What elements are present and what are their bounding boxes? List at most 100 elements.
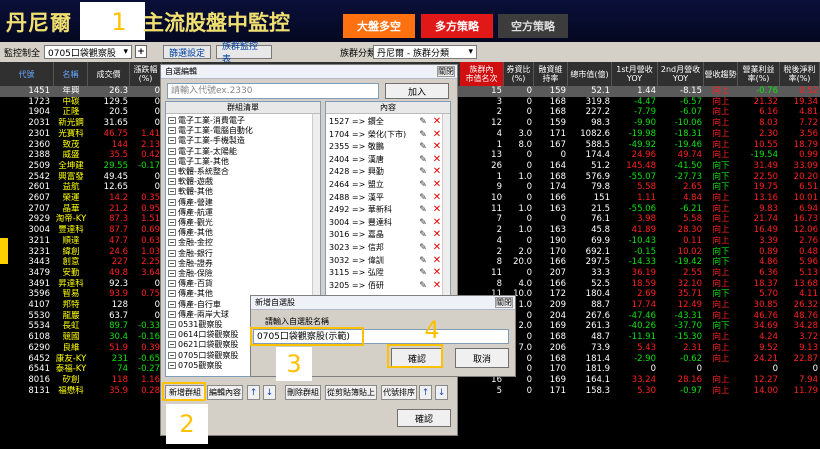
group-list-item[interactable]: 0621口袋觀察股: [168, 340, 238, 350]
delete-group-button[interactable]: 刪除群組: [285, 385, 321, 400]
group-list-item[interactable]: 軟體-系統整合: [168, 167, 229, 177]
edit-icon[interactable]: ✎: [418, 268, 428, 278]
stock-code-input[interactable]: 請輸入代號ex.2330: [167, 83, 379, 99]
content-list-item[interactable]: 3004 => 豐達科: [329, 217, 392, 229]
close-button[interactable]: 關閉: [437, 66, 455, 77]
delete-icon[interactable]: ✕: [432, 167, 442, 177]
group-list-item[interactable]: 軟體-遊戲: [168, 177, 213, 187]
column-header[interactable]: 族群內 市值名次: [460, 62, 504, 86]
delete-icon[interactable]: ✕: [432, 217, 442, 228]
delete-icon[interactable]: ✕: [432, 129, 442, 140]
column-header[interactable]: 券資比 (%): [504, 62, 534, 86]
delete-icon[interactable]: ✕: [432, 268, 442, 278]
delete-icon[interactable]: ✕: [432, 243, 442, 253]
content-list-item[interactable]: 3016 => 嘉晶: [329, 229, 384, 241]
edit-icon[interactable]: ✎: [418, 117, 428, 127]
cancel-button[interactable]: 取消: [455, 348, 509, 368]
edit-icon[interactable]: ✎: [418, 155, 428, 165]
content-list-item[interactable]: 2355 => 敬鵬: [329, 141, 384, 153]
edit-icon[interactable]: ✎: [418, 167, 428, 177]
content-list-item[interactable]: 2492 => 華新科: [329, 204, 392, 216]
content-list-item[interactable]: 2404 => 漢唐: [329, 154, 384, 166]
confirm-button[interactable]: 確認: [397, 409, 451, 427]
column-header[interactable]: 營收趨勢: [704, 62, 738, 86]
long-strategy-button[interactable]: 多方策略: [421, 14, 493, 38]
group-list-item[interactable]: 傳產-航運: [168, 208, 213, 218]
edit-icon[interactable]: ✎: [418, 205, 428, 215]
content-list-item[interactable]: 3032 => 偉訓: [329, 255, 384, 267]
group-list-item[interactable]: 傳產-觀光: [168, 218, 213, 228]
edit-icon[interactable]: ✎: [418, 218, 428, 228]
column-header[interactable]: 稅後淨利 率(%): [780, 62, 820, 86]
group-list-item[interactable]: 傳產-其他: [168, 289, 213, 299]
group-list-item[interactable]: 金融-銀行: [168, 249, 213, 259]
group-list-item[interactable]: 傳產-營建: [168, 198, 213, 208]
column-header[interactable]: 代號: [0, 62, 54, 86]
group-list-item[interactable]: 0614口袋觀察股: [168, 330, 238, 340]
move-down-icon[interactable]: ↓: [435, 385, 448, 400]
sector-monitor-button[interactable]: 族群監控表: [216, 42, 272, 65]
content-list-item[interactable]: 3205 => 佰研: [329, 280, 384, 292]
column-header[interactable]: 總市值(億): [568, 62, 612, 86]
edit-icon[interactable]: ✎: [418, 130, 428, 140]
group-list-item[interactable]: 電子工業-其他: [168, 157, 229, 167]
sort-code-button[interactable]: 代號排序: [381, 385, 417, 400]
group-list-item[interactable]: 傳產-兩岸大球: [168, 310, 229, 320]
edit-icon[interactable]: ✎: [418, 256, 428, 266]
content-list-item[interactable]: 3115 => 弘陞: [329, 267, 384, 279]
column-header[interactable]: 成交價: [88, 62, 130, 86]
group-list-item[interactable]: 電子工業-太陽能: [168, 147, 237, 157]
edit-icon[interactable]: ✎: [418, 180, 428, 190]
delete-icon[interactable]: ✕: [432, 192, 442, 203]
column-header[interactable]: 漲跌幅 (%): [130, 62, 162, 86]
delete-icon[interactable]: ✕: [432, 205, 442, 215]
group-list-item[interactable]: 軟體-其他: [168, 187, 213, 197]
delete-icon[interactable]: ✕: [432, 230, 442, 240]
delete-icon[interactable]: ✕: [432, 142, 442, 152]
filter-settings-button[interactable]: 篩選設定: [163, 45, 211, 59]
group-list-item[interactable]: 金融-金控: [168, 238, 213, 248]
short-strategy-button[interactable]: 空方策略: [498, 14, 568, 38]
edit-icon[interactable]: ✎: [418, 243, 428, 253]
group-list-item[interactable]: 0531觀察股: [168, 320, 222, 330]
content-list-item[interactable]: 1704 => 榮化(下市): [329, 129, 406, 141]
delete-icon[interactable]: ✕: [432, 154, 442, 165]
delete-icon[interactable]: ✕: [432, 255, 442, 266]
group-list-item[interactable]: 電子工業-電腦自動化: [168, 126, 253, 136]
group-list-item[interactable]: 0705口袋觀察股: [168, 351, 238, 361]
group-list-item[interactable]: 傳產-其他: [168, 228, 213, 238]
sector-select[interactable]: 丹尼爾 - 族群分類 ▾: [373, 45, 477, 59]
delete-icon[interactable]: ✕: [432, 180, 442, 190]
column-header[interactable]: 1st月營收 YOY: [612, 62, 658, 86]
paste-clipboard-button[interactable]: 從剪貼簿貼上: [325, 385, 377, 400]
edit-icon[interactable]: ✎: [418, 230, 428, 240]
content-list-item[interactable]: 1527 => 鑽全: [329, 116, 384, 128]
market-trend-button[interactable]: 大盤多空: [343, 14, 415, 38]
add-button[interactable]: 加入: [385, 83, 449, 99]
edit-icon[interactable]: ✎: [418, 281, 428, 291]
content-list-item[interactable]: 3023 => 信邦: [329, 242, 384, 254]
content-list-item[interactable]: 2428 => 興勤: [329, 166, 384, 178]
delete-icon[interactable]: ✕: [432, 280, 442, 291]
add-list-button[interactable]: +: [135, 45, 147, 58]
group-list-item[interactable]: 傳產-自行車: [168, 300, 221, 310]
close-button[interactable]: 關閉: [495, 297, 513, 308]
group-list-item[interactable]: 傳產-百貨: [168, 279, 213, 289]
delete-icon[interactable]: ✕: [432, 117, 442, 127]
column-header[interactable]: 融資維 持率: [534, 62, 568, 86]
column-header[interactable]: 營業利益 率(%): [738, 62, 780, 86]
group-list-item[interactable]: 金融-保險: [168, 269, 213, 279]
group-list-item[interactable]: 0705觀察股: [168, 361, 222, 371]
group-list-item[interactable]: 電子工業-手機製造: [168, 136, 245, 146]
edit-icon[interactable]: ✎: [418, 193, 428, 203]
column-header[interactable]: 2nd月營收 YOY: [658, 62, 704, 86]
group-list-item[interactable]: 電子工業-消費電子: [168, 116, 245, 126]
move-up-icon[interactable]: ↑: [419, 385, 432, 400]
watchlist-select[interactable]: 0705口袋觀察股 ▾: [44, 45, 132, 59]
group-list-item[interactable]: 金融-證券: [168, 259, 213, 269]
column-header[interactable]: 名稱: [54, 62, 88, 86]
move-down-icon[interactable]: ↓: [263, 385, 276, 400]
content-list-item[interactable]: 2464 => 盟立: [329, 179, 384, 191]
edit-icon[interactable]: ✎: [418, 142, 428, 152]
content-list-item[interactable]: 2488 => 漢平: [329, 192, 384, 204]
